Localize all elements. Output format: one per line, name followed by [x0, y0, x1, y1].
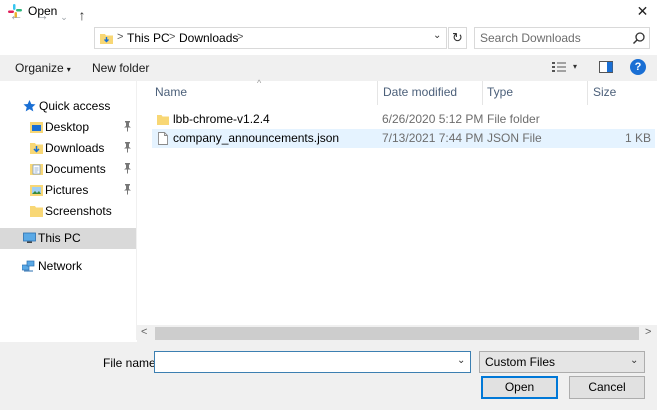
file-list: ^ Name Date modified Type Size lbb-chrom… — [137, 78, 657, 341]
breadcrumb-separator: > — [117, 31, 124, 43]
file-type: File folder — [487, 112, 540, 126]
new-folder-button[interactable]: New folder — [92, 61, 149, 75]
network-icon — [22, 260, 35, 272]
file-name: lbb-chrome-v1.2.4 — [173, 112, 270, 126]
sidebar-item-quick-access[interactable]: Quick access — [0, 96, 136, 117]
back-arrow-icon[interactable]: ← — [6, 1, 26, 29]
open-button[interactable]: Open — [481, 376, 558, 399]
desktop-folder-icon — [30, 122, 43, 133]
file-name: company_announcements.json — [173, 131, 340, 145]
title-bar: Open ✕ — [0, 0, 657, 24]
file-name-input[interactable] — [159, 354, 449, 370]
sidebar-item-pictures[interactable]: Pictures — [0, 180, 136, 201]
file-date-modified: 6/26/2020 5:12 PM — [382, 112, 484, 126]
column-header-size[interactable]: Size — [589, 84, 649, 106]
help-icon[interactable]: ? — [630, 59, 646, 75]
file-name-label: File name: — [103, 356, 160, 370]
sidebar-item-downloads[interactable]: Downloads — [0, 138, 136, 159]
computer-icon — [23, 232, 36, 243]
sidebar-item-label: Documents — [45, 162, 106, 176]
filter-dropdown-icon[interactable]: ⌄ — [630, 355, 638, 366]
cancel-button[interactable]: Cancel — [569, 376, 645, 399]
organize-caret-icon: ▾ — [66, 65, 71, 74]
organize-button[interactable]: Organize ▾ — [15, 61, 71, 75]
sidebar-item-screenshots[interactable]: Screenshots — [0, 201, 136, 222]
sidebar-item-label: Quick access — [39, 99, 111, 113]
sidebar-item-network[interactable]: Network — [0, 256, 136, 277]
footer-panel: File name: ⌄ Custom Files ⌄ Open Cancel — [0, 342, 657, 410]
sidebar-item-label: Screenshots — [45, 204, 112, 218]
change-view-icon[interactable] — [552, 61, 566, 73]
column-divider[interactable] — [587, 81, 588, 105]
column-divider[interactable] — [377, 81, 378, 105]
address-bar[interactable]: > This PC > Downloads > ⌄ — [94, 27, 447, 49]
view-options-caret-icon[interactable]: ▾ — [573, 62, 577, 71]
column-header-name[interactable]: Name — [151, 84, 376, 106]
file-size: 1 KB — [624, 131, 651, 145]
up-arrow-icon[interactable]: ↑ — [72, 1, 92, 29]
file-date-modified: 7/13/2021 7:44 PM — [382, 131, 484, 145]
close-icon[interactable]: ✕ — [628, 0, 657, 22]
scroll-left-icon[interactable]: < — [141, 326, 147, 338]
breadcrumb-separator: > — [237, 31, 244, 43]
recent-locations-chevron-icon[interactable]: ⌄ — [58, 3, 70, 31]
breadcrumb-this-pc[interactable]: This PC — [127, 31, 170, 45]
documents-folder-icon — [30, 164, 43, 175]
search-box[interactable] — [474, 27, 650, 49]
file-icon — [158, 132, 168, 145]
pin-icon[interactable] — [123, 141, 132, 153]
list-item[interactable]: lbb-chrome-v1.2.4 6/26/2020 5:12 PM File… — [152, 110, 655, 129]
column-header-date-modified[interactable]: Date modified — [379, 84, 479, 106]
file-type-filter-select[interactable]: Custom Files ⌄ — [479, 351, 645, 373]
folder-icon — [30, 206, 43, 217]
search-icon[interactable] — [632, 31, 646, 45]
refresh-icon[interactable]: ↻ — [448, 27, 467, 49]
sidebar-item-label: Pictures — [45, 183, 89, 197]
downloads-folder-icon — [100, 34, 113, 44]
file-name-combobox[interactable]: ⌄ — [154, 351, 471, 373]
address-dropdown-icon[interactable]: ⌄ — [433, 30, 441, 41]
preview-pane-icon[interactable] — [599, 61, 613, 73]
forward-arrow-icon[interactable]: → — [32, 1, 52, 29]
scroll-right-icon[interactable]: > — [645, 326, 651, 338]
scrollbar-thumb[interactable] — [155, 327, 639, 340]
organize-label: Organize — [15, 61, 64, 75]
downloads-folder-icon — [30, 143, 43, 154]
file-name-dropdown-icon[interactable]: ⌄ — [457, 355, 465, 366]
pin-icon[interactable] — [123, 162, 132, 174]
navigation-pane: Quick access Desktop Downloads Documents — [0, 81, 137, 340]
search-input[interactable] — [480, 30, 630, 46]
breadcrumb-downloads[interactable]: Downloads — [179, 31, 238, 45]
pin-icon[interactable] — [123, 120, 132, 132]
breadcrumb-separator: > — [169, 31, 176, 43]
sidebar-item-this-pc[interactable]: This PC — [0, 228, 136, 249]
folder-icon — [157, 115, 169, 125]
sidebar-item-desktop[interactable]: Desktop — [0, 117, 136, 138]
pin-icon[interactable] — [123, 183, 132, 195]
horizontal-scrollbar[interactable]: < > — [137, 325, 657, 342]
sidebar-item-documents[interactable]: Documents — [0, 159, 136, 180]
sidebar-item-label: This PC — [38, 231, 81, 245]
sidebar-item-label: Network — [38, 259, 83, 273]
file-type-filter-value: Custom Files — [485, 355, 556, 369]
star-icon — [23, 100, 36, 112]
pictures-folder-icon — [30, 185, 43, 196]
file-type: JSON File — [487, 131, 542, 145]
column-header-type[interactable]: Type — [483, 84, 583, 106]
sidebar-item-label: Downloads — [45, 141, 105, 155]
command-bar: Organize ▾ New folder ▾ ? — [0, 55, 657, 81]
sidebar-item-label: Desktop — [45, 120, 90, 134]
list-item[interactable]: company_announcements.json 7/13/2021 7:4… — [152, 129, 655, 148]
